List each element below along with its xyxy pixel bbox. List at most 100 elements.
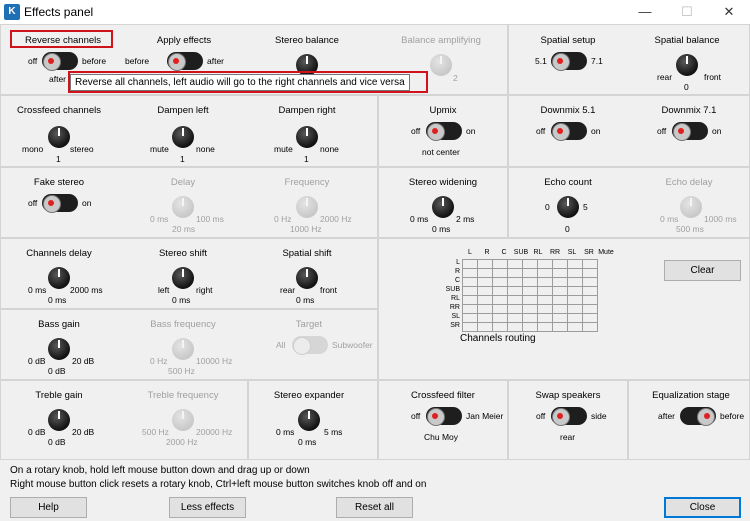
- routing-cell[interactable]: [507, 268, 523, 278]
- maximize-button[interactable]: ☐: [672, 2, 702, 22]
- stereo-expander-knob[interactable]: [295, 406, 323, 434]
- stereo-shift-knob[interactable]: [169, 264, 197, 292]
- routing-cell[interactable]: [567, 295, 583, 305]
- routing-cell[interactable]: [582, 277, 598, 287]
- routing-cell[interactable]: [462, 268, 478, 278]
- dampen-left-knob[interactable]: [169, 123, 197, 151]
- routing-cell[interactable]: [492, 259, 508, 269]
- routing-cell[interactable]: [567, 286, 583, 296]
- routing-cell[interactable]: [477, 304, 493, 314]
- routing-cell[interactable]: [552, 277, 568, 287]
- routing-cell[interactable]: [492, 313, 508, 323]
- minimize-button[interactable]: —: [630, 2, 660, 22]
- routing-cell[interactable]: [462, 313, 478, 323]
- routing-cell[interactable]: [462, 277, 478, 287]
- upmix-toggle[interactable]: [426, 122, 462, 141]
- routing-cell[interactable]: [507, 322, 523, 332]
- routing-cell[interactable]: [522, 304, 538, 314]
- routing-cell[interactable]: [462, 286, 478, 296]
- help-button[interactable]: Help: [10, 497, 87, 518]
- balance-amplifying-knob[interactable]: [427, 51, 455, 79]
- treble-gain-knob[interactable]: [45, 406, 73, 434]
- routing-cell[interactable]: [582, 259, 598, 269]
- routing-cell[interactable]: [507, 313, 523, 323]
- routing-cell[interactable]: [522, 259, 538, 269]
- routing-cell[interactable]: [567, 259, 583, 269]
- routing-cell[interactable]: [567, 313, 583, 323]
- less-effects-button[interactable]: Less effects: [169, 497, 246, 518]
- routing-cell[interactable]: [492, 268, 508, 278]
- routing-cell[interactable]: [462, 259, 478, 269]
- channels-delay-knob[interactable]: [45, 264, 73, 292]
- routing-cell[interactable]: [582, 322, 598, 332]
- reset-all-button[interactable]: Reset all: [336, 497, 413, 518]
- routing-cell[interactable]: [567, 304, 583, 314]
- routing-cell[interactable]: [522, 286, 538, 296]
- routing-cell[interactable]: [552, 313, 568, 323]
- routing-cell[interactable]: [537, 295, 553, 305]
- routing-cell[interactable]: [537, 268, 553, 278]
- routing-cell[interactable]: [507, 295, 523, 305]
- routing-cell[interactable]: [567, 277, 583, 287]
- routing-cell[interactable]: [552, 304, 568, 314]
- routing-cell[interactable]: [462, 304, 478, 314]
- routing-cell[interactable]: [492, 322, 508, 332]
- routing-cell[interactable]: [552, 322, 568, 332]
- bass-frequency-knob[interactable]: [169, 335, 197, 363]
- routing-cell[interactable]: [477, 295, 493, 305]
- routing-cell[interactable]: [582, 268, 598, 278]
- routing-cell[interactable]: [477, 313, 493, 323]
- fake-stereo-toggle[interactable]: [42, 194, 78, 213]
- echo-delay-knob[interactable]: [677, 193, 705, 221]
- bass-gain-knob[interactable]: [45, 335, 73, 363]
- routing-cell[interactable]: [507, 304, 523, 314]
- routing-cell[interactable]: [522, 295, 538, 305]
- stereo-widening-knob[interactable]: [429, 193, 457, 221]
- routing-cell[interactable]: [582, 286, 598, 296]
- delay-knob[interactable]: [169, 193, 197, 221]
- close-window-button[interactable]: ✕: [714, 2, 744, 22]
- treble-frequency-knob[interactable]: [169, 406, 197, 434]
- routing-cell[interactable]: [522, 268, 538, 278]
- downmix-51-toggle[interactable]: [551, 122, 587, 141]
- routing-cell[interactable]: [552, 259, 568, 269]
- spatial-balance-knob[interactable]: [673, 51, 701, 79]
- swap-speakers-toggle[interactable]: [551, 407, 587, 426]
- routing-cell[interactable]: [507, 277, 523, 287]
- routing-cell[interactable]: [537, 313, 553, 323]
- routing-cell[interactable]: [582, 313, 598, 323]
- routing-cell[interactable]: [492, 304, 508, 314]
- crossfeed-channels-knob[interactable]: [45, 123, 73, 151]
- routing-cell[interactable]: [477, 322, 493, 332]
- apply-effects-toggle[interactable]: [167, 52, 203, 71]
- crossfeed-filter-toggle[interactable]: [426, 407, 462, 426]
- clear-button[interactable]: Clear: [664, 260, 741, 281]
- routing-cell[interactable]: [492, 295, 508, 305]
- routing-cell[interactable]: [492, 286, 508, 296]
- routing-cell[interactable]: [537, 322, 553, 332]
- routing-cell[interactable]: [552, 286, 568, 296]
- routing-cell[interactable]: [537, 304, 553, 314]
- routing-cell[interactable]: [477, 259, 493, 269]
- routing-cell[interactable]: [582, 304, 598, 314]
- routing-cell[interactable]: [522, 322, 538, 332]
- routing-cell[interactable]: [537, 259, 553, 269]
- routing-cell[interactable]: [507, 259, 523, 269]
- routing-cell[interactable]: [567, 268, 583, 278]
- routing-cell[interactable]: [522, 277, 538, 287]
- close-button[interactable]: Close: [664, 497, 741, 518]
- spatial-setup-toggle[interactable]: [551, 52, 587, 71]
- routing-cell[interactable]: [522, 313, 538, 323]
- target-toggle[interactable]: [292, 336, 328, 355]
- routing-cell[interactable]: [477, 286, 493, 296]
- routing-cell[interactable]: [537, 277, 553, 287]
- routing-cell[interactable]: [552, 295, 568, 305]
- equalization-stage-toggle[interactable]: [680, 407, 716, 426]
- dampen-right-knob[interactable]: [293, 123, 321, 151]
- reverse-channels-toggle[interactable]: [42, 52, 78, 71]
- frequency-knob[interactable]: [293, 193, 321, 221]
- routing-cell[interactable]: [477, 268, 493, 278]
- routing-cell[interactable]: [537, 286, 553, 296]
- routing-cell[interactable]: [552, 268, 568, 278]
- routing-cell[interactable]: [567, 322, 583, 332]
